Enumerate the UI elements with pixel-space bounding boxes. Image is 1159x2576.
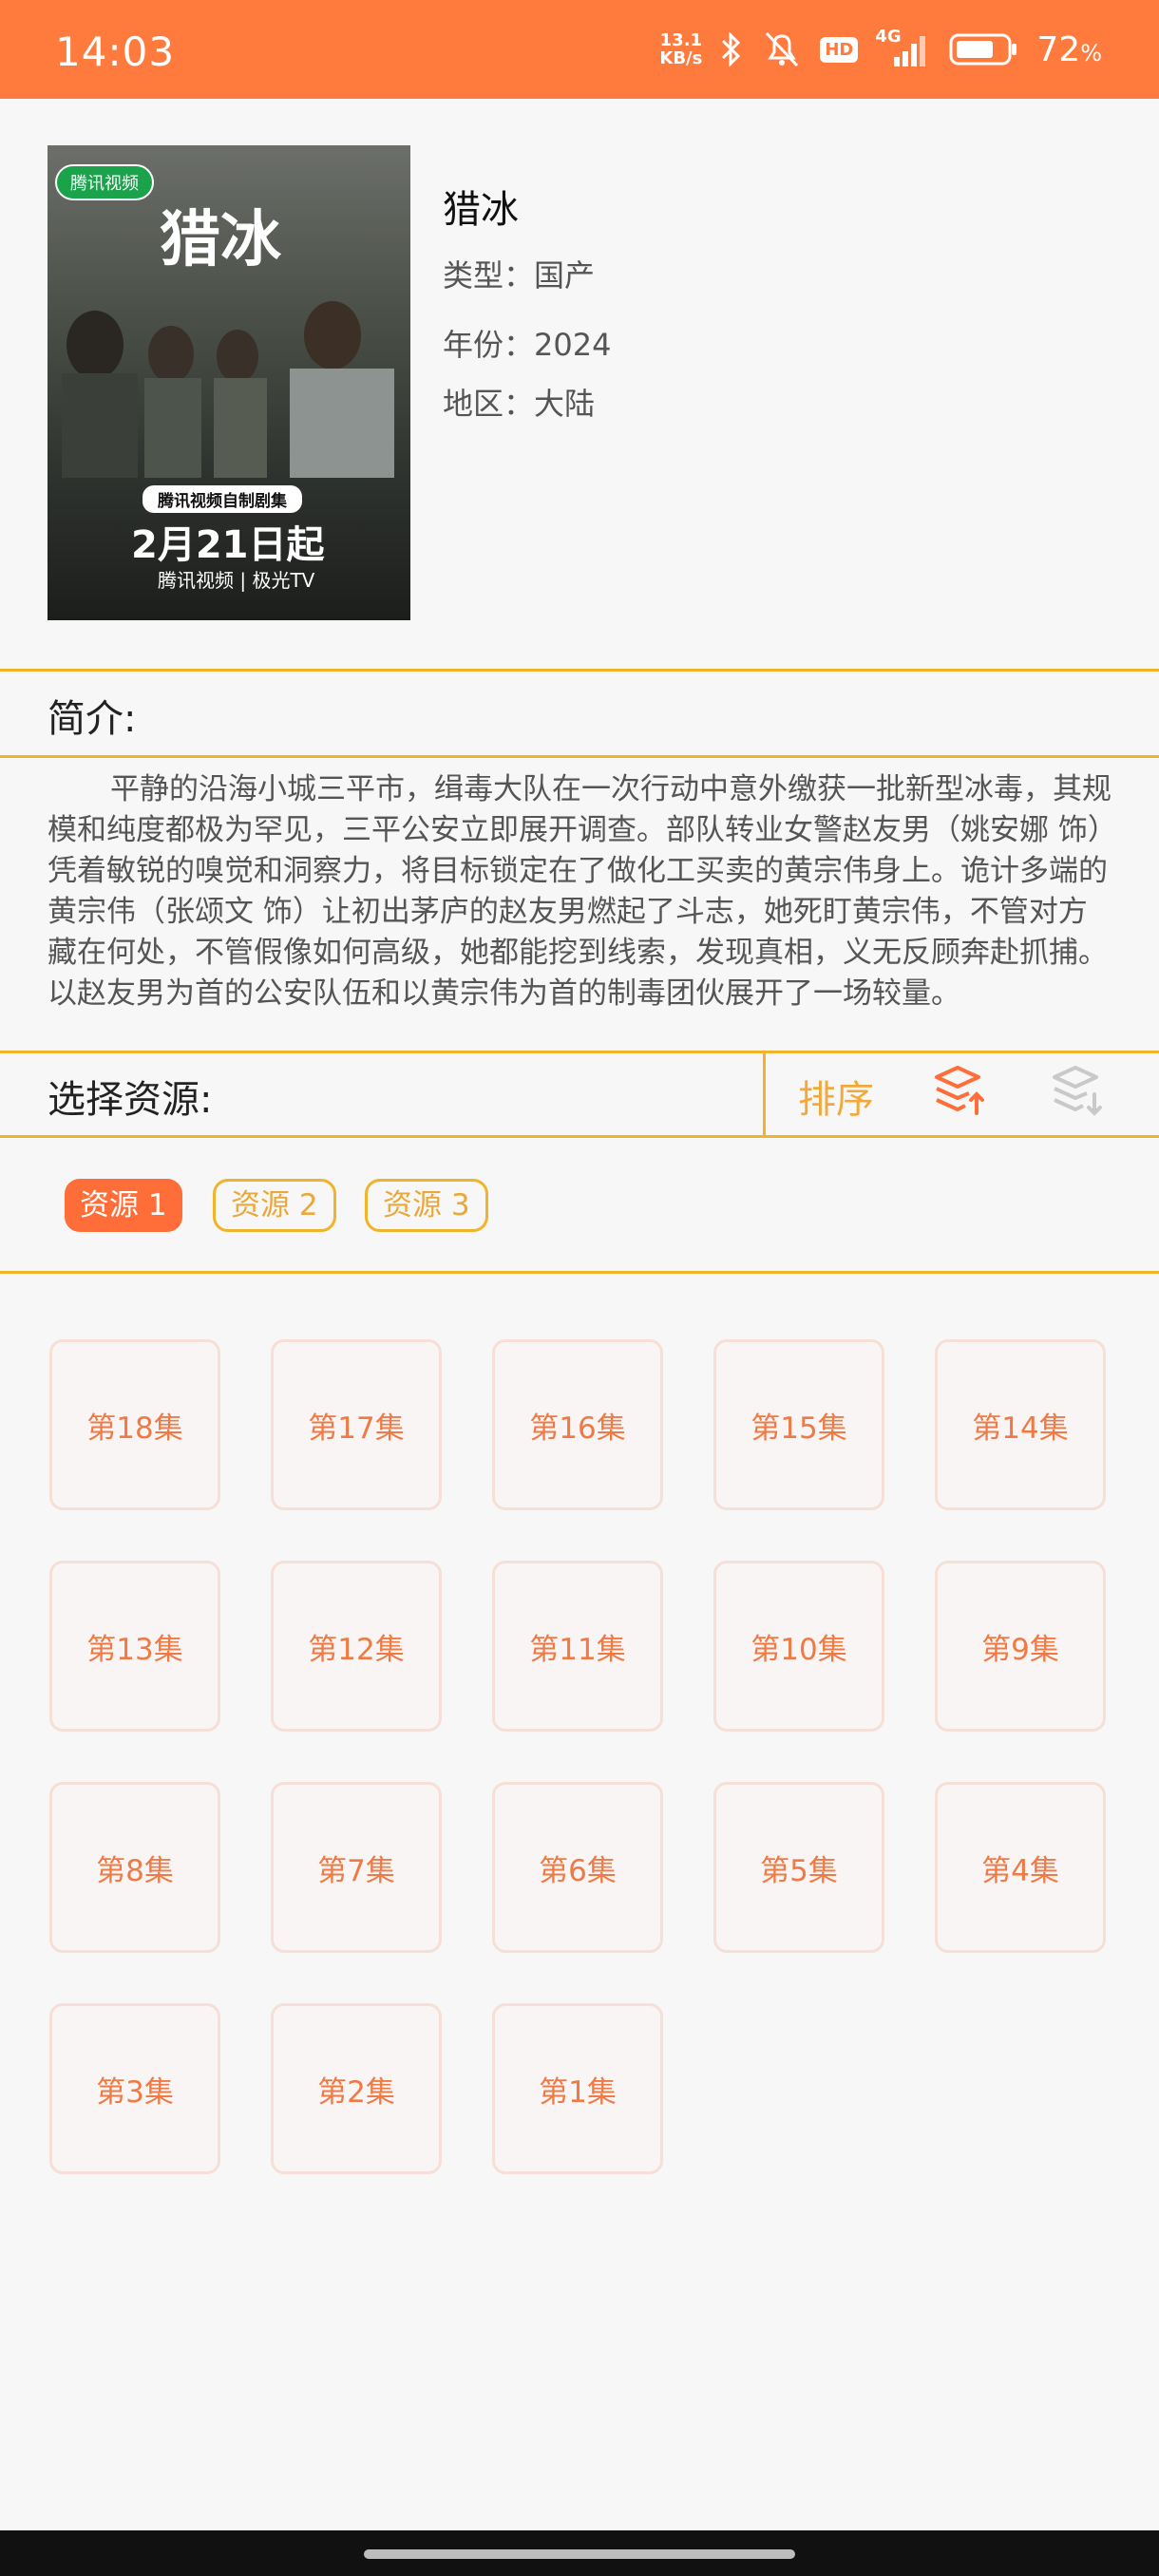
home-gesture-handle[interactable] bbox=[364, 2549, 795, 2559]
sort-button[interactable]: 排序 bbox=[798, 1069, 874, 1124]
bluetooth-icon bbox=[719, 30, 744, 68]
mute-bell-icon bbox=[761, 29, 803, 69]
episode-button[interactable]: 第16集 bbox=[492, 1339, 663, 1510]
battery-value: 72 bbox=[1036, 29, 1081, 69]
poster-image: 腾讯视频 猎冰 腾讯视频自制剧集 2月21日起 腾讯视频 | 极光TV bbox=[48, 145, 410, 620]
episode-button[interactable]: 第9集 bbox=[935, 1561, 1106, 1732]
divider bbox=[0, 1051, 1159, 1053]
source-tab-3[interactable]: 资源 3 bbox=[365, 1179, 488, 1232]
status-bar: 14:03 13.1 KB/s HD 4G 72% bbox=[0, 0, 1159, 99]
status-icons: 13.1 KB/s HD 4G 72% bbox=[659, 25, 1102, 74]
sort-ascending-icon[interactable] bbox=[931, 1064, 988, 1123]
show-region: 地区：大陆 bbox=[443, 386, 596, 422]
episode-button[interactable]: 第15集 bbox=[713, 1339, 884, 1510]
speed-value: 13.1 bbox=[659, 30, 703, 50]
episode-button[interactable]: 第11集 bbox=[492, 1561, 663, 1732]
episode-button[interactable]: 第5集 bbox=[713, 1782, 884, 1953]
battery-icon bbox=[949, 32, 1019, 66]
battery-percent: 72% bbox=[1036, 30, 1102, 69]
poster-bar: 腾讯视频自制剧集 bbox=[142, 485, 302, 513]
signal-icon: 4G bbox=[875, 27, 932, 68]
show-title: 猎冰 bbox=[443, 188, 519, 232]
episode-button[interactable]: 第7集 bbox=[271, 1782, 442, 1953]
show-year: 年份：2024 bbox=[443, 327, 612, 363]
divider bbox=[0, 669, 1159, 672]
status-time: 14:03 bbox=[55, 28, 176, 75]
episode-button[interactable]: 第2集 bbox=[271, 2003, 442, 2174]
source-tab-1[interactable]: 资源 1 bbox=[65, 1179, 182, 1232]
episode-button[interactable]: 第17集 bbox=[271, 1339, 442, 1510]
episode-button[interactable]: 第8集 bbox=[49, 1782, 220, 1953]
episode-button[interactable]: 第4集 bbox=[935, 1782, 1106, 1953]
source-label: 选择资源: bbox=[48, 1078, 213, 1122]
intro-text: 平静的沿海小城三平市，缉毒大队在一次行动中意外缴获一批新型冰毒，其规模和纯度都极… bbox=[48, 772, 1112, 1011]
hd-icon: HD bbox=[820, 36, 859, 63]
intro-label: 简介: bbox=[48, 697, 137, 741]
divider-vertical bbox=[763, 1052, 766, 1138]
poster-logo: 腾讯视频 | 极光TV bbox=[158, 569, 315, 592]
episode-button[interactable]: 第3集 bbox=[49, 2003, 220, 2174]
divider bbox=[0, 1135, 1159, 1138]
episode-button[interactable]: 第13集 bbox=[49, 1561, 220, 1732]
episode-button[interactable]: 第18集 bbox=[49, 1339, 220, 1510]
source-tab-2[interactable]: 资源 2 bbox=[213, 1179, 336, 1232]
poster-title: 猎冰 bbox=[160, 204, 281, 275]
episode-button[interactable]: 第12集 bbox=[271, 1561, 442, 1732]
poster-date: 2月21日起 bbox=[131, 523, 325, 567]
network-type: 4G bbox=[875, 27, 902, 47]
network-speed: 13.1 KB/s bbox=[659, 31, 702, 67]
poster-tag: 腾讯视频 bbox=[55, 164, 154, 200]
divider bbox=[0, 1271, 1159, 1274]
show-type: 类型：国产 bbox=[443, 257, 596, 294]
episode-button[interactable]: 第1集 bbox=[492, 2003, 663, 2174]
episode-button[interactable]: 第14集 bbox=[935, 1339, 1106, 1510]
sort-descending-icon[interactable] bbox=[1049, 1064, 1106, 1123]
speed-unit: KB/s bbox=[659, 48, 703, 68]
episode-button[interactable]: 第10集 bbox=[713, 1561, 884, 1732]
episode-button[interactable]: 第6集 bbox=[492, 1782, 663, 1953]
hd-label: HD bbox=[820, 36, 859, 63]
battery-unit: % bbox=[1080, 39, 1102, 66]
divider bbox=[0, 755, 1159, 758]
poster-figures bbox=[62, 301, 394, 478]
